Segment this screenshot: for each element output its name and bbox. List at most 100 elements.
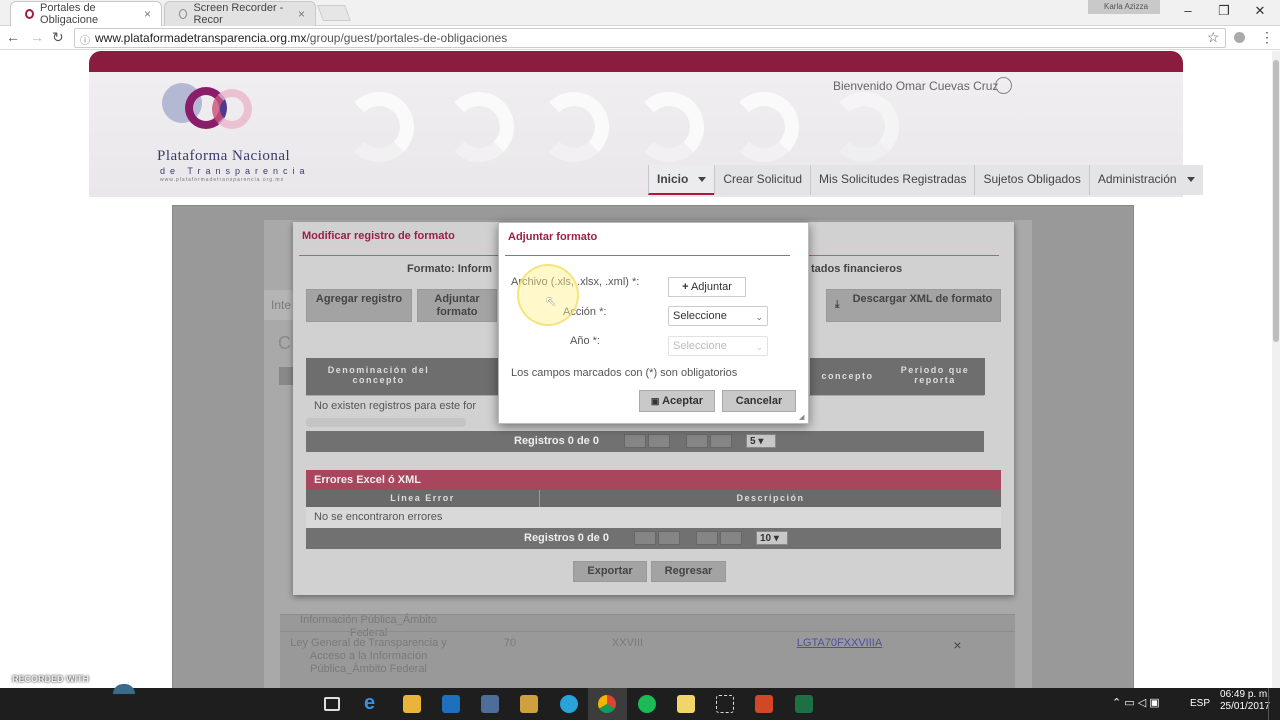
divider <box>505 255 790 256</box>
first-page-icon[interactable] <box>634 531 656 545</box>
nav-sujetos-obligados[interactable]: Sujetos Obligados <box>974 165 1088 195</box>
tab-portales[interactable]: Portales de Obligacione × <box>10 1 162 26</box>
required-note: Los campos marcados con (*) son obligato… <box>511 367 738 379</box>
brand-band <box>89 51 1183 72</box>
menu-icon[interactable]: ⋮ <box>1260 29 1274 46</box>
snipping-tool-icon[interactable] <box>716 695 734 713</box>
back-icon[interactable]: ← <box>6 29 20 45</box>
tab-favicon-icon <box>25 9 35 19</box>
plus-icon: + <box>682 281 689 293</box>
table-header[interactable]: Descripción <box>539 490 1001 507</box>
decor-swirl <box>729 92 799 162</box>
media-player-icon[interactable] <box>520 695 538 713</box>
year-select[interactable]: Seleccione ⌄ <box>668 336 768 356</box>
folder-icon[interactable] <box>403 695 421 713</box>
reload-icon[interactable]: ↻ <box>52 29 64 46</box>
export-button[interactable]: Exportar <box>573 561 647 582</box>
year-label: Año *: <box>570 335 600 347</box>
decor-swirl <box>344 92 414 162</box>
download-icon: ⤓ <box>835 299 840 310</box>
table-header[interactable]: concepto <box>810 358 885 395</box>
powerpoint-icon[interactable] <box>755 695 773 713</box>
table-header[interactable]: Periodo que reporta <box>885 358 985 395</box>
chevron-down-icon <box>698 177 707 183</box>
chrome-icon[interactable] <box>598 695 616 713</box>
select-value: Seleccione <box>673 310 727 322</box>
new-tab-button[interactable] <box>317 5 351 21</box>
outlook-icon[interactable] <box>442 695 460 713</box>
next-page-icon[interactable] <box>696 531 718 545</box>
cancel-button[interactable]: Cancelar <box>722 390 796 412</box>
clock-date: 25/01/2017 <box>1220 701 1271 712</box>
chevron-down-icon: ⌄ <box>755 312 763 322</box>
table-header[interactable] <box>451 358 501 395</box>
profile-badge[interactable]: Karla Azizza <box>1088 0 1160 14</box>
table-cell: XXVIII <box>611 637 644 649</box>
background-heading: C <box>278 333 291 353</box>
table-cell: Ley General de Transparencia y Acceso a … <box>290 637 447 675</box>
nav-administracion[interactable]: Administración <box>1088 165 1203 195</box>
url-path: /group/guest/portales-de-obligaciones <box>306 31 508 45</box>
scrollbar-thumb[interactable] <box>1273 60 1279 342</box>
table-header[interactable]: Línea Error <box>306 490 539 507</box>
edge-icon[interactable]: e <box>364 693 382 713</box>
button-label: Descargar XML de formato <box>852 293 993 305</box>
errors-empty-message: No se encontraron errores <box>306 507 1001 528</box>
first-page-icon[interactable] <box>624 434 646 448</box>
user-icon[interactable] <box>995 77 1012 94</box>
tab-screen-recorder[interactable]: Screen Recorder - Recor × <box>164 1 316 26</box>
select-value: Seleccione <box>673 340 727 352</box>
forward-icon[interactable]: → <box>30 29 44 45</box>
prev-page-icon[interactable] <box>658 531 680 545</box>
resize-handle-icon[interactable]: ◢ <box>799 413 804 421</box>
spotify-icon[interactable] <box>638 695 656 713</box>
add-record-button[interactable]: Agregar registro <box>306 289 412 322</box>
language-indicator[interactable]: ESP <box>1190 698 1210 709</box>
attach-file-button[interactable]: + Adjuntar <box>668 277 746 297</box>
task-view-icon[interactable] <box>324 697 340 711</box>
close-window-icon[interactable]: ✕ <box>1242 0 1278 24</box>
accept-button[interactable]: ▣ Aceptar <box>639 390 715 412</box>
extension-icon[interactable] <box>1234 32 1245 43</box>
page-size-select[interactable]: 10 ▾ <box>756 531 788 545</box>
chevron-down-icon <box>1186 177 1195 183</box>
tray-icons[interactable]: ⌃ ▭ ◁ ▣ <box>1112 696 1160 709</box>
prev-page-icon[interactable] <box>648 434 670 448</box>
action-select[interactable]: Seleccione ⌄ <box>668 306 768 326</box>
table-header[interactable]: Denominación del concepto <box>306 358 451 395</box>
nav-mis-solicitudes[interactable]: Mis Solicitudes Registradas <box>810 165 974 195</box>
excel-icon[interactable] <box>795 695 813 713</box>
last-page-icon[interactable] <box>710 434 732 448</box>
url-bar[interactable]: www.plataformadetransparencia.org.mx/gro… <box>74 28 1226 48</box>
last-page-icon[interactable] <box>720 531 742 545</box>
back-button[interactable]: Regresar <box>651 561 726 582</box>
sticky-notes-icon[interactable] <box>677 695 695 713</box>
close-icon[interactable]: × <box>298 7 305 21</box>
table-link[interactable]: LGTA70FXXVIIIA <box>782 637 897 650</box>
horizontal-scrollbar[interactable] <box>306 418 466 427</box>
button-label: Adjuntar <box>690 281 732 293</box>
dialog-title: Modificar registro de formato <box>302 230 455 242</box>
next-page-icon[interactable] <box>686 434 708 448</box>
attach-format-button[interactable]: Adjuntar formato <box>417 289 497 322</box>
maximize-icon[interactable]: ❐ <box>1206 0 1242 24</box>
monitor-icon[interactable] <box>481 695 499 713</box>
pager-text: Registros 0 de 0 <box>524 532 609 544</box>
nav-crear-solicitud[interactable]: Crear Solicitud <box>714 165 810 195</box>
minimize-icon[interactable]: – <box>1170 0 1206 24</box>
download-xml-button[interactable]: ⤓ Descargar XML de formato <box>826 289 1001 322</box>
formato-label-right: tados financieros <box>811 263 903 275</box>
globe-icon <box>179 9 188 19</box>
clock-time: 06:49 p. m. <box>1220 689 1271 700</box>
star-icon[interactable]: ☆ <box>1207 29 1220 46</box>
pager-text: Registros 0 de 0 <box>514 435 599 447</box>
show-desktop-button[interactable] <box>1268 688 1280 720</box>
skype-icon[interactable] <box>560 695 578 713</box>
nav-inicio[interactable]: Inicio <box>648 165 715 195</box>
page-size-select[interactable]: 5 ▾ <box>746 434 776 448</box>
tab-title: Portales de Obligacione <box>40 2 99 26</box>
info-icon[interactable]: ⓘ <box>80 32 90 47</box>
delete-icon[interactable]: × <box>900 638 1015 652</box>
clock[interactable]: 06:49 p. m. 25/01/2017 <box>1220 689 1270 713</box>
close-icon[interactable]: × <box>144 7 151 21</box>
